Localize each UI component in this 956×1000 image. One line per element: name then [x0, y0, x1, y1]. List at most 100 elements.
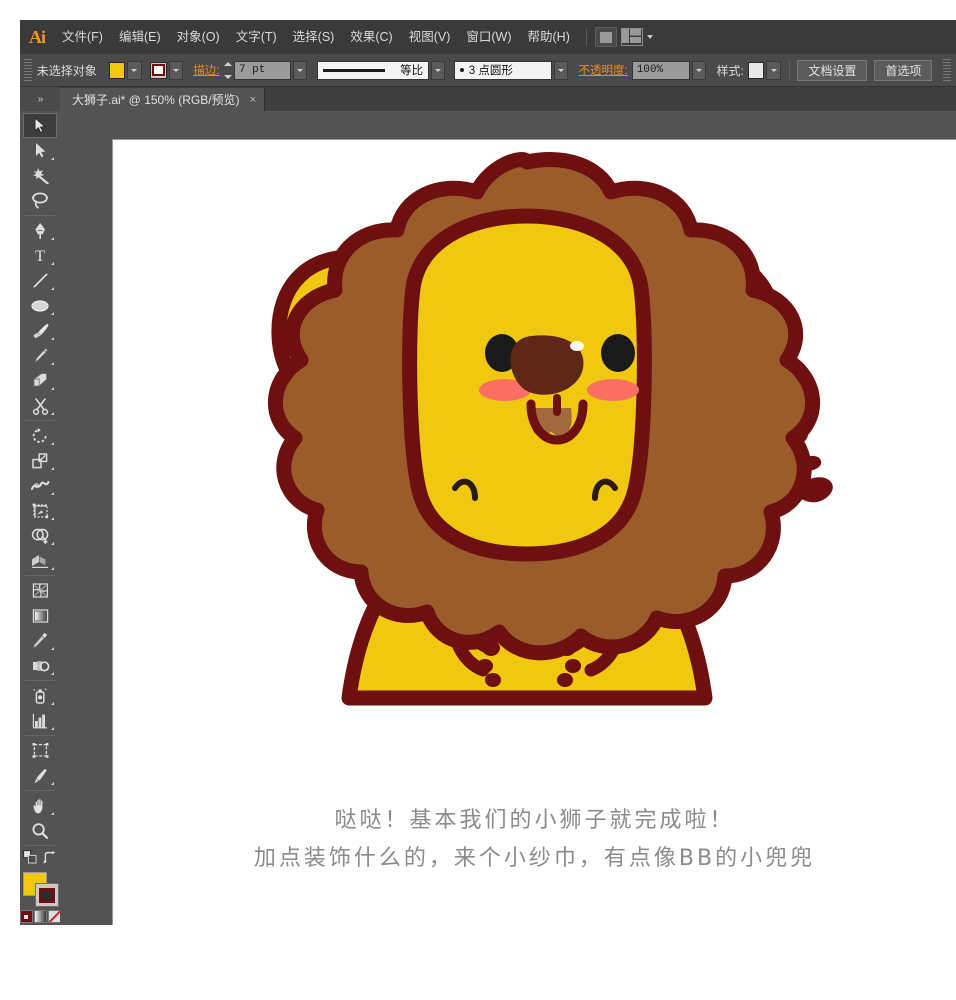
workspace-switcher-icon[interactable]: [620, 28, 653, 46]
style-dropdown-icon[interactable]: [766, 60, 781, 80]
control-divider: [788, 60, 790, 80]
stroke-profile-label: 等比: [400, 65, 424, 77]
tool-paintbrush[interactable]: [23, 318, 57, 343]
menu-view[interactable]: 视图(V): [401, 20, 459, 54]
tool-divider: [25, 680, 55, 681]
tool-line-segment[interactable]: [23, 268, 57, 293]
ai-logo-icon: Ai: [29, 26, 46, 47]
tool-symbol-sprayer[interactable]: [23, 683, 57, 708]
menu-select[interactable]: 选择(S): [285, 20, 343, 54]
none-icon[interactable]: [47, 910, 61, 923]
opacity-label[interactable]: 不透明度:: [579, 62, 628, 78]
tool-divider: [25, 215, 55, 216]
brush-dot-icon: [459, 68, 464, 72]
tool-type[interactable]: T: [23, 243, 57, 268]
right-eye: [601, 334, 635, 372]
tool-lasso[interactable]: [23, 188, 57, 213]
lion-illustration[interactable]: [113, 140, 956, 800]
document-tab[interactable]: 大狮子.ai* @ 150% (RGB/预览) ×: [60, 88, 265, 111]
tool-eyedropper[interactable]: [23, 628, 57, 653]
stroke-color-swatch[interactable]: [150, 61, 167, 79]
tool-divider: [25, 575, 55, 576]
tool-rotate[interactable]: [23, 423, 57, 448]
tool-blob-brush[interactable]: [23, 368, 57, 393]
panel-collapse-icon[interactable]: »: [20, 87, 60, 111]
tool-pencil[interactable]: [23, 343, 57, 368]
opacity-dropdown-icon[interactable]: [692, 60, 707, 80]
style-swatch[interactable]: [747, 61, 765, 79]
tool-ellipse[interactable]: [23, 293, 57, 318]
stroke-profile-dropdown-icon[interactable]: [431, 60, 446, 80]
brush-definition-dropdown-icon[interactable]: [554, 60, 569, 80]
menu-effect[interactable]: 效果(C): [342, 20, 400, 54]
menu-bar: Ai 文件(F) 编辑(E) 对象(O) 文字(T) 选择(S) 效果(C) 视…: [20, 20, 956, 54]
tool-slice[interactable]: [23, 763, 57, 788]
style-label: 样式:: [716, 63, 744, 78]
menu-window[interactable]: 窗口(W): [458, 20, 519, 54]
control-bar-overflow[interactable]: [943, 59, 952, 81]
tool-zoom[interactable]: [23, 818, 57, 843]
color-mode-row: [19, 910, 61, 923]
menu-file[interactable]: 文件(F): [54, 20, 111, 54]
swap-fill-stroke-icon[interactable]: [43, 850, 57, 869]
stroke-weight-label[interactable]: 描边:: [193, 62, 219, 78]
nose-highlight: [570, 341, 584, 351]
tool-shape-builder[interactable]: [23, 523, 57, 548]
artwork-caption: 哒哒！基本我们的小狮子就完成啦！ 加点装饰什么的，来个小纱巾，有点像BB的小兜兜: [113, 802, 956, 878]
document-tab-title: 大狮子.ai* @ 150% (RGB/预览): [72, 93, 240, 107]
stroke-weight-stepper[interactable]: [223, 61, 233, 79]
stroke-swatch[interactable]: [35, 883, 59, 907]
tool-divider: [25, 420, 55, 421]
preferences-button[interactable]: 首选项: [874, 59, 933, 81]
menu-edit[interactable]: 编辑(E): [111, 20, 169, 54]
bridge-icon[interactable]: [594, 27, 617, 47]
default-fill-stroke-icon[interactable]: [23, 850, 37, 869]
fill-stroke-controls: [23, 850, 57, 869]
tool-blend[interactable]: [23, 653, 57, 678]
fill-dropdown-icon[interactable]: [127, 60, 142, 80]
document-setup-button[interactable]: 文档设置: [797, 59, 868, 81]
menu-type[interactable]: 文字(T): [228, 20, 285, 54]
tool-width[interactable]: [23, 473, 57, 498]
canvas-area[interactable]: 哒哒！基本我们的小狮子就完成啦！ 加点装饰什么的，来个小纱巾，有点像BB的小兜兜: [60, 111, 956, 925]
stroke-dropdown-icon[interactable]: [168, 60, 183, 80]
gradient-icon[interactable]: [33, 910, 47, 923]
tool-free-transform[interactable]: [23, 498, 57, 523]
brush-definition-field[interactable]: 3 点圆形: [453, 60, 553, 80]
tools-panel: T: [19, 111, 61, 973]
menu-help[interactable]: 帮助(H): [520, 20, 578, 54]
brush-definition-label: 3 点圆形: [468, 65, 513, 77]
selection-status: 未选择对象: [36, 63, 97, 78]
fill-color-swatch[interactable]: [108, 61, 126, 79]
tool-magic-wand[interactable]: [23, 163, 57, 188]
tool-divider: [25, 845, 55, 846]
stroke-weight-dropdown-icon[interactable]: [292, 60, 307, 80]
tool-scissors[interactable]: [23, 393, 57, 418]
tool-pen[interactable]: [23, 218, 57, 243]
artboard[interactable]: 哒哒！基本我们的小狮子就完成啦！ 加点装饰什么的，来个小纱巾，有点像BB的小兜兜: [113, 140, 956, 925]
svg-text:T: T: [35, 248, 45, 264]
tool-mesh[interactable]: [23, 578, 57, 603]
illustrator-window: Ai 文件(F) 编辑(E) 对象(O) 文字(T) 选择(S) 效果(C) 视…: [0, 0, 956, 1000]
close-icon[interactable]: ×: [250, 94, 256, 106]
caption-line-1: 哒哒！基本我们的小狮子就完成啦！: [334, 808, 735, 833]
color-swatch-icon[interactable]: [19, 910, 33, 923]
tool-artboard[interactable]: [23, 738, 57, 763]
tool-scale[interactable]: [23, 448, 57, 473]
tool-column-graph[interactable]: [23, 708, 57, 733]
menu-divider: [585, 28, 587, 46]
tool-direct-selection[interactable]: [23, 138, 57, 163]
page-bottom-margin: [0, 925, 956, 1000]
right-cheek: [587, 379, 639, 401]
stroke-weight-field[interactable]: 7 pt: [233, 60, 291, 80]
menu-object[interactable]: 对象(O): [169, 20, 228, 54]
control-bar-grip[interactable]: [24, 59, 32, 81]
stroke-profile-field[interactable]: 等比: [316, 60, 430, 80]
opacity-field[interactable]: 100%: [631, 60, 691, 80]
tool-hand[interactable]: [23, 793, 57, 818]
tool-divider: [25, 735, 55, 736]
stroke-profile-line-icon: [322, 68, 385, 72]
tool-selection[interactable]: [23, 113, 57, 138]
tool-perspective-grid[interactable]: [23, 548, 57, 573]
tool-gradient[interactable]: [23, 603, 57, 628]
